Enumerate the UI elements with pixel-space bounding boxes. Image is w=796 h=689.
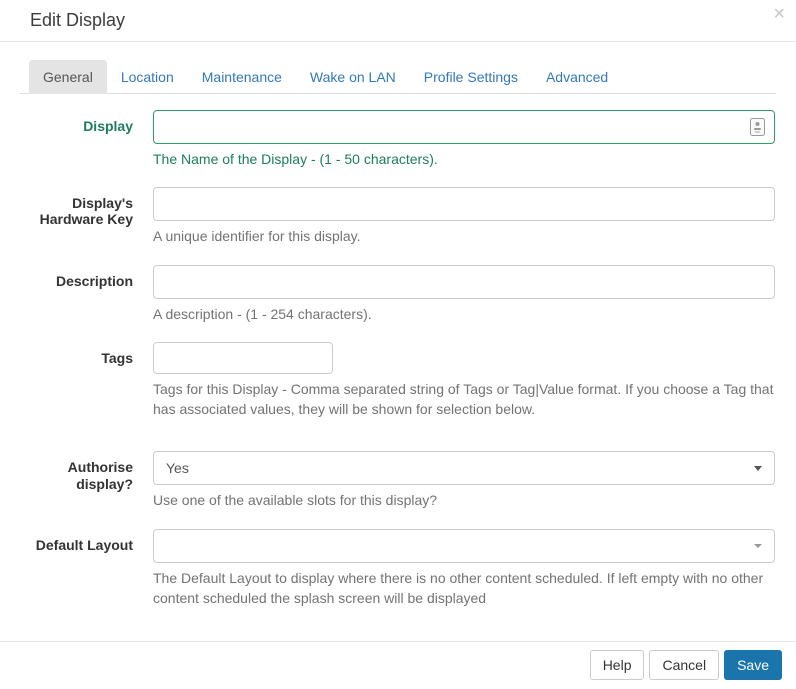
tags-help-text: Tags for this Display - Comma separated …: [153, 380, 774, 418]
tab-bar: General Location Maintenance Wake on LAN…: [20, 60, 776, 94]
tags-input[interactable]: [153, 341, 333, 374]
default-layout-select[interactable]: [153, 528, 775, 563]
tags-label: Tags: [101, 349, 133, 366]
chevron-down-icon: [754, 543, 762, 548]
tab-location[interactable]: Location: [107, 60, 188, 94]
form-row-authorise: Authorise display? Yes Use one of the av…: [30, 451, 775, 510]
form-row-description: Description A description - (1 - 254 cha…: [30, 264, 775, 324]
form-row-display: Display The Name of the Display - (1 - 5…: [30, 110, 775, 169]
tab-maintenance[interactable]: Maintenance: [188, 60, 296, 94]
authorise-selected-value: Yes: [166, 460, 189, 477]
display-label: Display: [83, 118, 133, 134]
form-row-tags: Tags Tags for this Display - Comma separ…: [30, 341, 775, 420]
modal-footer: Help Cancel Save: [0, 641, 796, 689]
tab-wake-on-lan[interactable]: Wake on LAN: [296, 60, 410, 94]
modal-header: Edit Display ×: [0, 0, 796, 42]
hardware-key-label: Display's Hardware Key: [39, 195, 133, 228]
help-button[interactable]: Help: [589, 650, 645, 680]
cancel-button[interactable]: Cancel: [649, 650, 720, 680]
display-help-text: The Name of the Display - (1 - 50 charac…: [153, 151, 438, 167]
default-layout-help-text: The Default Layout to display where ther…: [153, 569, 764, 607]
display-input[interactable]: [153, 110, 775, 144]
authorise-label: Authorise display?: [67, 459, 133, 492]
hardware-key-help-text: A unique identifier for this display.: [153, 228, 361, 245]
page-title: Edit Display: [30, 10, 126, 30]
hardware-key-input[interactable]: [153, 187, 775, 222]
chevron-down-icon: [754, 466, 762, 472]
close-icon[interactable]: ×: [773, 4, 785, 24]
default-layout-label: Default Layout: [35, 536, 133, 553]
form-row-hardware-key: Display's Hardware Key A unique identifi…: [30, 187, 775, 246]
authorise-select[interactable]: Yes: [153, 451, 775, 486]
tab-general[interactable]: General: [29, 60, 107, 94]
general-tab-panel: Display The Name of the Display - (1 - 5…: [0, 94, 796, 608]
authorise-help-text: Use one of the available slots for this …: [153, 492, 438, 509]
description-label: Description: [55, 272, 133, 289]
save-button[interactable]: Save: [724, 650, 782, 680]
tab-profile-settings[interactable]: Profile Settings: [410, 60, 532, 94]
description-help-text: A description - (1 - 254 characters).: [153, 305, 372, 322]
autofill-person-icon: [750, 118, 765, 136]
tab-advanced[interactable]: Advanced: [532, 60, 622, 94]
description-input[interactable]: [153, 264, 775, 299]
form-row-default-layout: Default Layout The Default Layout to dis…: [30, 528, 775, 609]
